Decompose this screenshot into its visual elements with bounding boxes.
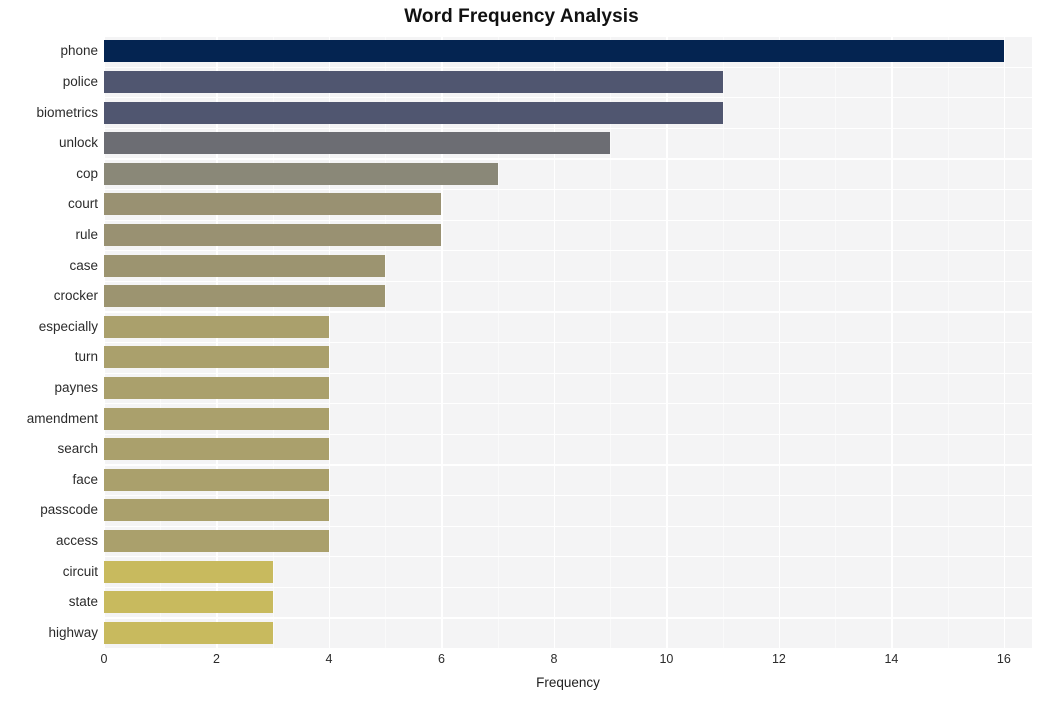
bar (104, 193, 442, 216)
y-axis-tick-label: unlock (58, 135, 98, 151)
y-axis-tick-label: state (68, 594, 98, 610)
horizontal-gridline (104, 648, 1032, 650)
y-axis-tick-label: access (55, 532, 98, 548)
bar (104, 346, 329, 369)
y-axis-tick-label: phone (60, 43, 98, 59)
bar (104, 591, 273, 614)
plot-area (104, 36, 1032, 650)
x-axis-tick-label: 16 (996, 652, 1011, 666)
x-axis-tick-label: 8 (550, 652, 558, 666)
horizontal-gridline (104, 586, 1032, 589)
bar (104, 162, 498, 185)
bar (104, 499, 329, 522)
bar (104, 132, 611, 155)
bar (104, 560, 273, 583)
y-axis-tick-label: highway (48, 624, 98, 640)
bar (104, 376, 329, 399)
horizontal-gridline (104, 617, 1032, 619)
horizontal-gridline (104, 250, 1032, 252)
y-axis-tick-label: police (62, 73, 98, 89)
horizontal-gridline (104, 556, 1032, 558)
x-axis-tick-label: 12 (771, 652, 786, 666)
bar (104, 468, 329, 491)
horizontal-gridline (104, 280, 1032, 283)
x-axis-tick-label: 14 (884, 652, 899, 666)
y-axis-tick-label: rule (75, 226, 98, 242)
horizontal-gridline (104, 36, 1032, 38)
horizontal-gridline (104, 219, 1032, 221)
horizontal-gridline (104, 372, 1032, 374)
bar (104, 101, 723, 124)
horizontal-gridline (104, 342, 1032, 344)
y-axis-tick-label: search (57, 441, 98, 457)
y-axis-tick-label: court (67, 196, 98, 212)
bar (104, 407, 329, 430)
x-axis-label: Frequency (536, 675, 600, 690)
horizontal-gridline (104, 525, 1032, 527)
bar (104, 223, 442, 246)
y-axis-tick-label: case (69, 257, 98, 273)
horizontal-gridline (104, 403, 1032, 405)
y-axis-tick-label: biometrics (36, 104, 98, 120)
x-axis-tick-label: 10 (659, 652, 674, 666)
x-axis-tick-label: 0 (100, 652, 108, 666)
horizontal-gridline (104, 464, 1032, 466)
word-frequency-bar-chart: Word Frequency Analysis phone police biome… (0, 0, 1043, 701)
bar (104, 529, 329, 552)
bar (104, 621, 273, 644)
horizontal-gridline (104, 158, 1032, 160)
horizontal-gridline (104, 127, 1032, 130)
y-axis-tick-label: face (72, 471, 98, 487)
y-axis-tick-label: amendment (26, 410, 98, 426)
y-axis-tick-label: crocker (53, 288, 98, 304)
bar (104, 438, 329, 461)
y-axis-tick-label: cop (76, 165, 98, 181)
y-axis-tick-label: circuit (62, 563, 98, 579)
y-axis-tick-label: turn (74, 349, 98, 365)
y-axis-tick-label: paynes (54, 379, 98, 395)
bar (104, 70, 723, 93)
bar (104, 315, 329, 338)
horizontal-gridline (104, 495, 1032, 497)
y-axis-tick-label: especially (38, 318, 98, 334)
x-axis-tick-label: 2 (213, 652, 220, 666)
bar (104, 40, 1004, 63)
chart-title: Word Frequency Analysis (404, 6, 639, 27)
horizontal-gridline (104, 189, 1032, 191)
y-axis-tick-label: passcode (40, 502, 98, 518)
horizontal-gridline (104, 66, 1032, 68)
bar (104, 285, 386, 308)
horizontal-gridline (104, 433, 1032, 436)
y-axis-tick-labels: phone police biometrics unlock cop court rule c… (0, 36, 98, 648)
horizontal-gridline (104, 311, 1032, 313)
horizontal-gridline (104, 97, 1032, 99)
bar (104, 254, 386, 277)
x-axis-tick-label: 4 (325, 652, 333, 666)
x-axis-tick-label: 6 (437, 652, 445, 666)
